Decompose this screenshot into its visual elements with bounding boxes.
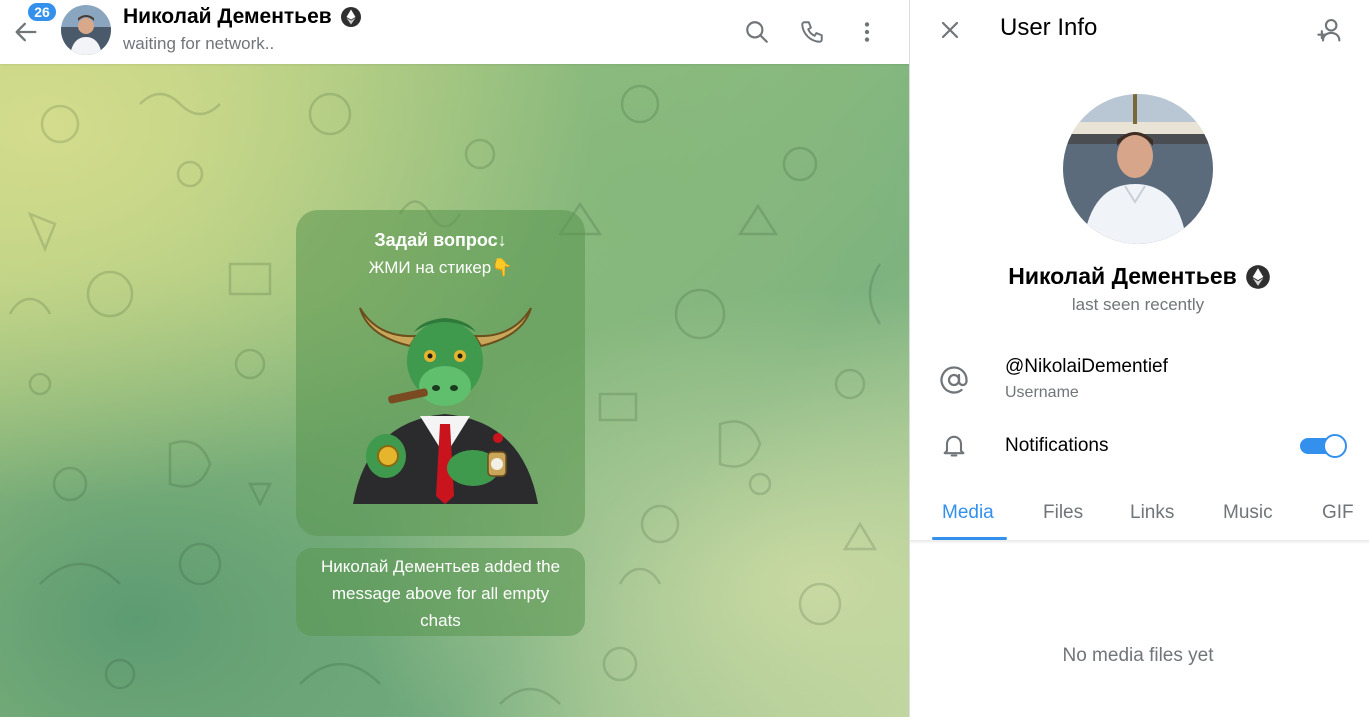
close-user-info-button[interactable] bbox=[930, 10, 970, 50]
tab-media[interactable]: Media bbox=[942, 502, 994, 524]
at-sign-icon bbox=[940, 366, 968, 394]
contact-name-text: Николай Дементьев bbox=[123, 5, 332, 28]
tab-links[interactable]: Links bbox=[1130, 502, 1174, 524]
tab-music[interactable]: Music bbox=[1223, 502, 1273, 524]
user-info-pane: User Info Николай Дементьев last seen re… bbox=[910, 0, 1369, 717]
tab-gif[interactable]: GIF bbox=[1322, 502, 1354, 524]
toggle-knob bbox=[1323, 434, 1347, 458]
chat-pane: 26 Николай Дементьев waiting for network… bbox=[0, 0, 909, 717]
search-icon bbox=[746, 21, 768, 43]
unread-count-badge: 26 bbox=[26, 1, 58, 23]
username-row-icon bbox=[934, 360, 974, 400]
shared-media-tabs: Media Files Links Music GIF bbox=[910, 490, 1369, 542]
call-button[interactable] bbox=[792, 12, 832, 52]
user-info-title: User Info bbox=[1000, 14, 1098, 41]
notifications-label: Notifications bbox=[1005, 435, 1109, 456]
more-vertical-icon bbox=[864, 22, 870, 42]
phone-icon bbox=[801, 21, 823, 43]
contact-name: Николай Дементьев bbox=[123, 5, 362, 29]
bull-sticker[interactable] bbox=[348, 306, 543, 504]
add-contact-button[interactable] bbox=[1310, 10, 1350, 50]
add-user-icon bbox=[1317, 19, 1341, 42]
pinned-message-bubble[interactable]: Задай вопрос↓ ЖМИ на стикер👇 bbox=[296, 210, 585, 536]
empty-media-text: No media files yet bbox=[1062, 645, 1214, 666]
last-seen-status: last seen recently bbox=[1071, 295, 1205, 314]
close-icon bbox=[941, 21, 959, 39]
profile-photo[interactable] bbox=[1063, 94, 1213, 244]
message-text-line1: Задай вопрос↓ bbox=[374, 230, 507, 250]
message-text-line2: ЖМИ на стикер👇 bbox=[368, 258, 513, 277]
chat-header: 26 Николай Дементьев waiting for network… bbox=[0, 0, 909, 64]
notifications-toggle[interactable] bbox=[1300, 434, 1347, 458]
bell-icon bbox=[943, 435, 965, 457]
service-message: Николай Дементьев added the message abov… bbox=[296, 548, 585, 636]
ethereum-icon bbox=[340, 7, 361, 27]
tab-files[interactable]: Files bbox=[1043, 502, 1083, 524]
more-options-button[interactable] bbox=[847, 12, 887, 52]
sticker-horn-right bbox=[473, 307, 532, 348]
profile-name: Николай Дементьев bbox=[910, 263, 1369, 290]
username-value[interactable]: @NikolaiDementief bbox=[1005, 356, 1168, 378]
sticker-horn-left bbox=[359, 307, 418, 348]
contact-avatar[interactable] bbox=[61, 5, 111, 55]
media-list-area bbox=[910, 544, 1369, 717]
notifications-row-icon bbox=[934, 425, 974, 465]
profile-name-text: Николай Дементьев bbox=[1008, 263, 1237, 289]
username-label: Username bbox=[1005, 384, 1079, 401]
sticker-cigar bbox=[388, 388, 428, 404]
search-button[interactable] bbox=[737, 12, 777, 52]
ethereum-icon bbox=[1245, 264, 1270, 289]
connection-status: waiting for network.. bbox=[123, 34, 275, 53]
